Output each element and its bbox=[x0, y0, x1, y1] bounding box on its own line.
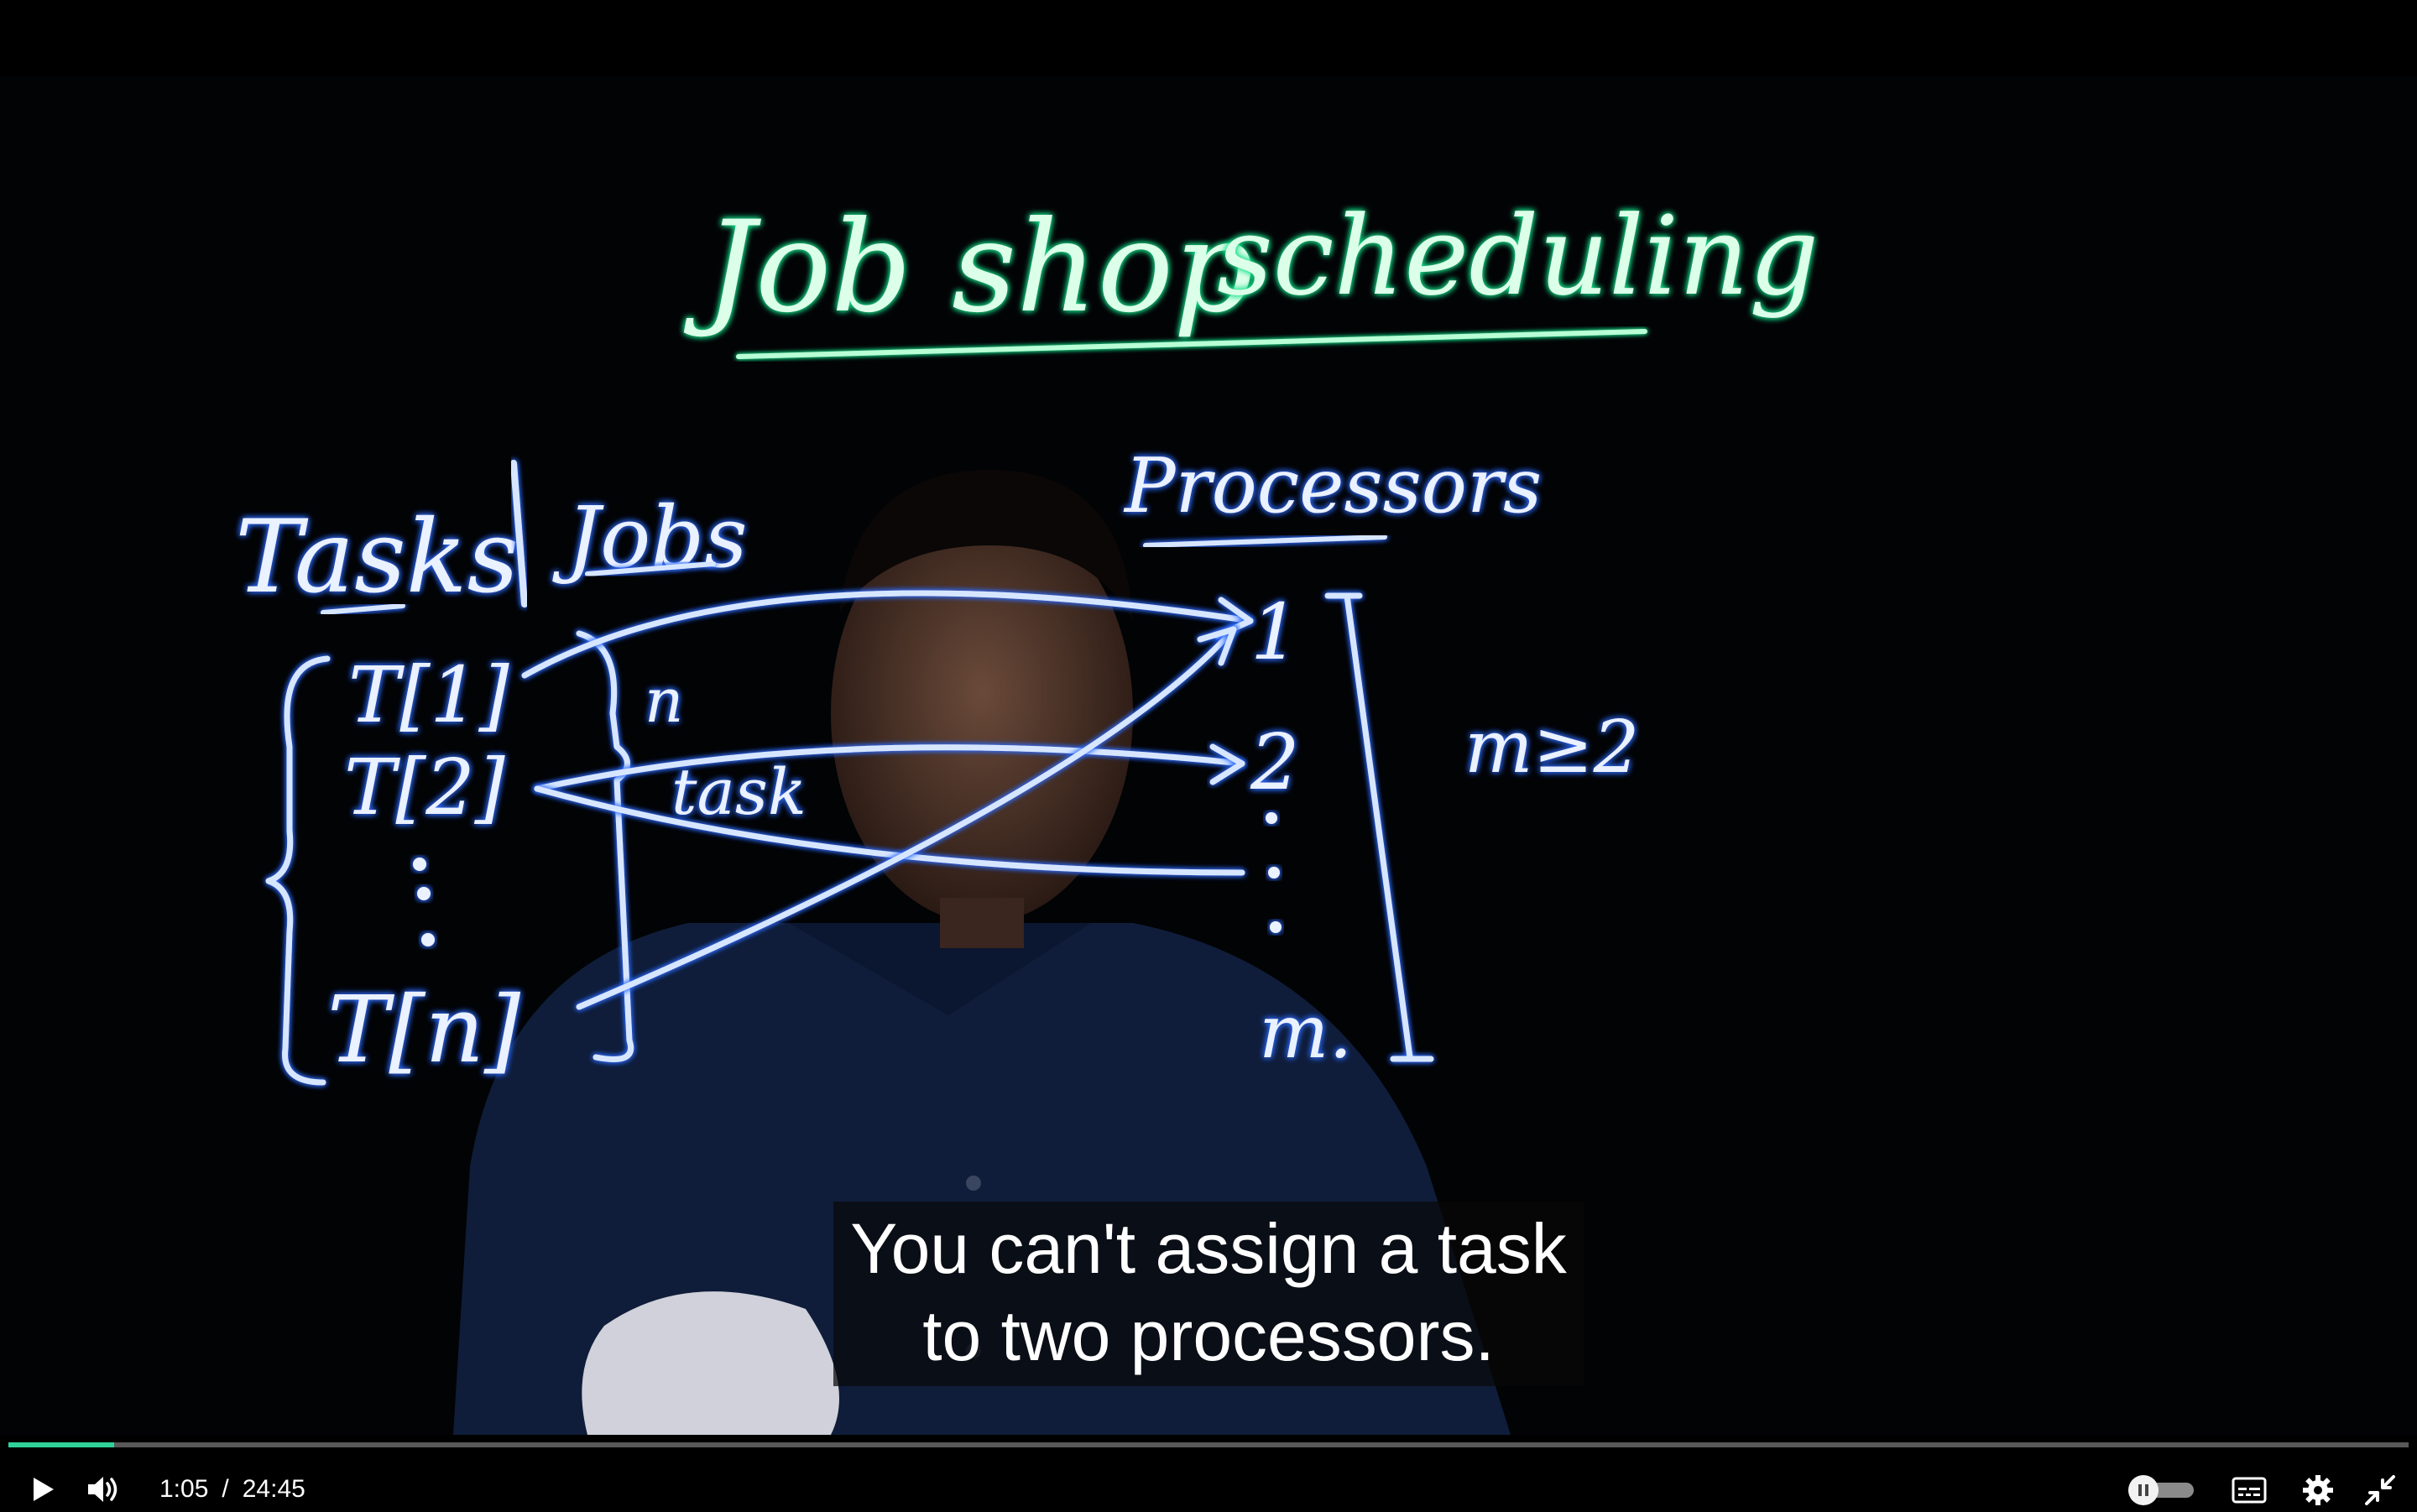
autoplay-toggle[interactable] bbox=[2125, 1473, 2200, 1507]
tasks-label: Tasks bbox=[235, 499, 519, 616]
closed-captions-button[interactable] bbox=[2227, 1470, 2271, 1510]
time-separator: / bbox=[222, 1475, 229, 1503]
volume-button[interactable] bbox=[81, 1467, 126, 1512]
gear-icon bbox=[2303, 1475, 2333, 1505]
time-display: 1:05 / 24:45 bbox=[159, 1467, 305, 1512]
volume-icon bbox=[88, 1477, 117, 1502]
task-item: T[2] bbox=[344, 743, 505, 832]
control-bar: 1:05 / 24:45 bbox=[0, 1426, 2417, 1510]
exit-fullscreen-icon bbox=[2365, 1475, 2395, 1505]
settings-button[interactable] bbox=[2296, 1468, 2340, 1512]
duration: 24:45 bbox=[242, 1475, 305, 1503]
constraint-label: m≥2 bbox=[1464, 706, 1639, 790]
board-title: Job shop scheduling bbox=[683, 192, 1819, 359]
processor-item: 2 bbox=[1250, 717, 1300, 807]
task-item: T[1] bbox=[348, 650, 509, 740]
closed-captions-icon bbox=[2232, 1477, 2267, 1504]
n-brace-label: n bbox=[645, 665, 683, 736]
title-scheduling: scheduling bbox=[1217, 192, 1819, 320]
processor-item: 1 bbox=[1250, 587, 1300, 677]
processors-label: Processors bbox=[1123, 442, 1542, 530]
current-time: 1:05 bbox=[159, 1475, 209, 1503]
caption-box: You can't assign a task to two processor… bbox=[833, 1202, 1584, 1386]
jobs-label: Jobs bbox=[552, 488, 748, 587]
task-word: task bbox=[671, 754, 807, 829]
processor-item: m. bbox=[1259, 988, 1352, 1075]
exit-fullscreen-button[interactable] bbox=[2358, 1468, 2402, 1512]
autoplay-toggle-icon bbox=[2128, 1475, 2194, 1505]
processor-list: 1 2 m. m≥2 bbox=[1250, 587, 1639, 1075]
title-job-shop: Job shop bbox=[683, 195, 1254, 341]
captions: You can't assign a task to two processor… bbox=[0, 1202, 2417, 1386]
play-icon bbox=[34, 1478, 54, 1501]
progress-fill bbox=[8, 1442, 114, 1447]
task-item: T[n] bbox=[327, 976, 521, 1083]
caption-line: You can't assign a task bbox=[850, 1209, 1567, 1288]
play-button[interactable] bbox=[22, 1468, 64, 1510]
video-player[interactable]: Job shop scheduling Tasks Jobs Processor… bbox=[0, 0, 2417, 1510]
caption-line: to two processors. bbox=[922, 1296, 1495, 1375]
progress-bar[interactable] bbox=[8, 1442, 2409, 1447]
